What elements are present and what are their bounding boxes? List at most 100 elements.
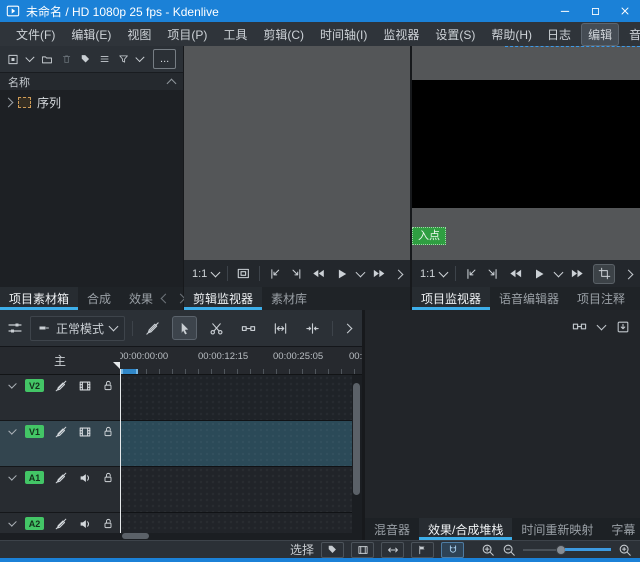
expand-icon[interactable] <box>4 98 14 108</box>
filter-icon[interactable] <box>118 52 129 66</box>
menu-settings[interactable]: 设置(S) <box>427 23 483 46</box>
show-video-thumbnails-button[interactable] <box>351 542 374 558</box>
add-clip-icon[interactable] <box>7 52 19 67</box>
menu-monitor[interactable]: 监视器 <box>375 23 427 46</box>
menu-view[interactable]: 视图 <box>119 23 159 46</box>
tag-icon[interactable] <box>80 52 91 66</box>
show-tags-button[interactable] <box>321 542 344 558</box>
playhead-flag[interactable] <box>113 362 120 369</box>
tab-mixer[interactable]: 混音器 <box>365 518 419 540</box>
tab-compositions[interactable]: 合成 <box>78 287 120 310</box>
show-markers-button[interactable] <box>411 542 434 558</box>
tab-project-bin[interactable]: 项目素材箱 <box>0 287 78 310</box>
lock-track-icon[interactable] <box>102 471 114 484</box>
track-lane-a2[interactable] <box>120 513 352 533</box>
track-lane-a1[interactable] <box>120 467 352 513</box>
collapse-track-icon[interactable] <box>8 472 16 480</box>
bin-name-header[interactable]: 名称 <box>0 73 183 91</box>
tab-clip-monitor[interactable]: 剪辑监视器 <box>184 287 262 310</box>
menu-help[interactable]: 帮助(H) <box>483 23 540 46</box>
menu-project[interactable]: 项目(P) <box>159 23 215 46</box>
delete-icon[interactable] <box>61 52 72 66</box>
lock-track-icon[interactable] <box>102 379 114 392</box>
bin-item-sequence[interactable]: 序列 <box>0 90 183 115</box>
workspace-tab-audio[interactable]: 音频 <box>622 23 640 46</box>
toolbar-overflow[interactable] <box>344 321 355 335</box>
master-track-button[interactable]: 主 <box>0 347 120 375</box>
set-in-point-icon[interactable] <box>464 267 478 281</box>
collapse-tracks-button[interactable] <box>300 316 325 340</box>
tab-subtitles[interactable]: 字幕 <box>602 518 640 540</box>
timeline-vertical-scrollbar[interactable] <box>353 383 360 495</box>
razor-tool-button[interactable] <box>204 316 229 340</box>
project-monitor-zoom-select[interactable]: 1:1 <box>420 268 447 280</box>
compare-effect-icon[interactable] <box>572 319 587 334</box>
track-header-v1[interactable]: V1 <box>0 421 120 467</box>
create-folder-icon[interactable] <box>41 52 53 67</box>
save-effect-stack-icon[interactable] <box>616 320 630 334</box>
hide-video-icon[interactable] <box>78 425 92 439</box>
track-effects-icon[interactable] <box>54 517 68 531</box>
zoom-fit-button[interactable] <box>481 543 495 557</box>
bin-overflow-button[interactable]: ... <box>153 49 176 69</box>
menu-file[interactable]: 文件(F) <box>8 23 63 46</box>
play-icon[interactable] <box>531 266 547 282</box>
rewind-icon[interactable] <box>508 266 523 281</box>
add-clip-dropdown-icon[interactable] <box>25 53 34 62</box>
tab-time-remap[interactable]: 时间重新映射 <box>512 518 602 540</box>
menu-clip[interactable]: 剪辑(C) <box>255 23 312 46</box>
timeline-horizontal-scrollbar[interactable] <box>122 533 149 539</box>
tab-scroll-left-icon[interactable] <box>161 294 171 304</box>
set-out-point-icon[interactable] <box>290 267 304 281</box>
clip-monitor-zoom-select[interactable]: 1:1 <box>192 268 219 280</box>
play-icon[interactable] <box>334 266 350 282</box>
lock-track-icon[interactable] <box>102 425 114 438</box>
sort-ascending-icon[interactable] <box>167 78 177 88</box>
timeline-zone-bar[interactable] <box>121 369 138 374</box>
close-button[interactable] <box>610 0 640 22</box>
mute-track-icon[interactable] <box>78 517 92 531</box>
mute-track-icon[interactable] <box>78 471 92 485</box>
zoom-out-button[interactable] <box>502 543 516 557</box>
zoom-slider[interactable] <box>523 544 611 556</box>
selection-tool-button[interactable] <box>172 316 197 340</box>
menu-timeline[interactable]: 时间轴(I) <box>312 23 375 46</box>
workspace-tab-editing[interactable]: 编辑 <box>581 23 619 46</box>
track-effects-icon[interactable] <box>54 425 68 439</box>
tab-speech-editor[interactable]: 语音编辑器 <box>490 287 568 310</box>
tab-project-monitor[interactable]: 项目监视器 <box>412 287 490 310</box>
track-header-v2[interactable]: V2 <box>0 375 120 421</box>
tab-library[interactable]: 素材库 <box>262 287 316 310</box>
collapse-track-icon[interactable] <box>8 518 16 526</box>
fast-forward-icon[interactable] <box>372 266 387 281</box>
view-list-icon[interactable] <box>99 52 110 66</box>
fit-zoom-button[interactable] <box>381 542 404 558</box>
set-out-point-icon[interactable] <box>486 267 500 281</box>
menu-tools[interactable]: 工具 <box>215 23 255 46</box>
edit-mode-select[interactable]: 正常模式 <box>30 316 125 341</box>
hide-video-icon[interactable] <box>78 379 92 393</box>
fit-zoom-button[interactable] <box>268 316 293 340</box>
zoom-in-button[interactable] <box>618 543 632 557</box>
zone-crop-toggle[interactable] <box>593 264 615 284</box>
workspace-tab-logging[interactable]: 日志 <box>540 23 578 46</box>
transport-overflow[interactable] <box>625 267 632 281</box>
maximize-button[interactable] <box>580 0 610 22</box>
collapse-track-icon[interactable] <box>8 380 16 388</box>
tab-effect-stack[interactable]: 效果/合成堆栈 <box>419 518 512 540</box>
track-header-a2[interactable]: A2 <box>0 513 120 533</box>
timeline-ruler[interactable]: 00:00:00:00 00:00:12:15 00:00:25:05 00:0 <box>120 347 362 375</box>
filter-dropdown-icon[interactable] <box>136 53 145 62</box>
fast-forward-icon[interactable] <box>570 266 585 281</box>
collapse-track-icon[interactable] <box>8 426 16 434</box>
timeline-tracks-area[interactable] <box>120 375 352 533</box>
menu-edit[interactable]: 编辑(E) <box>63 23 119 46</box>
spacer-tool-button[interactable] <box>236 316 261 340</box>
track-lane-v2[interactable] <box>120 375 352 421</box>
snap-toggle-button[interactable] <box>441 542 464 558</box>
tab-effects[interactable]: 效果 <box>120 287 162 310</box>
track-header-a1[interactable]: A1 <box>0 467 120 513</box>
play-options-icon[interactable] <box>554 267 564 277</box>
play-options-icon[interactable] <box>356 267 366 277</box>
zone-mode-icon[interactable] <box>236 266 251 281</box>
